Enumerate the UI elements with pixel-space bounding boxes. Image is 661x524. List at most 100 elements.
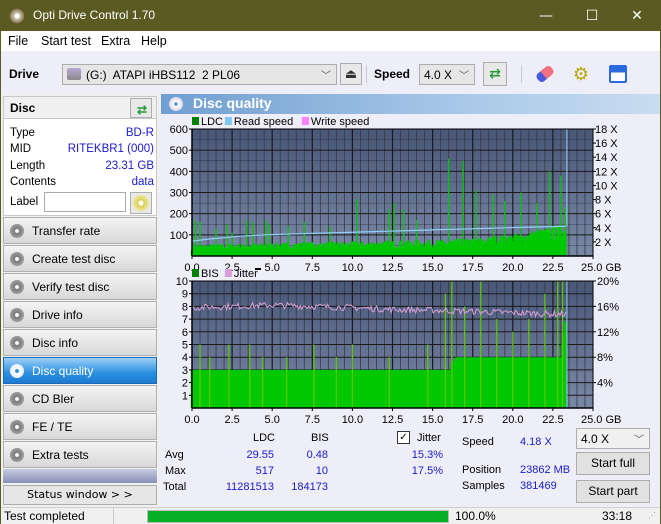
save-icon bbox=[609, 65, 627, 83]
maximize-button[interactable]: ☐ bbox=[569, 1, 615, 31]
erase-button[interactable] bbox=[533, 62, 557, 86]
menu-file[interactable]: File bbox=[8, 34, 28, 48]
label-disc-button[interactable] bbox=[130, 192, 152, 214]
y-tick-label: 500 bbox=[170, 145, 188, 157]
drive-select[interactable]: (G:) ATAPI iHBS112 2 PL06 ﹀ bbox=[62, 64, 337, 85]
legend-label-write_speed: Write speed bbox=[311, 116, 370, 128]
nav-transfer-rate[interactable]: Transfer rate bbox=[3, 217, 157, 244]
progress-fill bbox=[148, 511, 448, 522]
disc-refresh-button[interactable]: ⇄ bbox=[130, 98, 152, 118]
jitter-label: Jitter bbox=[417, 432, 441, 444]
close-button[interactable]: ✕ bbox=[614, 1, 660, 31]
y-tick-label: 3 bbox=[182, 365, 188, 377]
disc-panel-header: Disc ⇄ bbox=[4, 97, 156, 119]
label-input[interactable] bbox=[44, 192, 126, 212]
eject-button[interactable]: ⏏ bbox=[340, 63, 362, 85]
position-label: Position bbox=[462, 464, 502, 476]
refresh-button[interactable]: ⇄ bbox=[483, 62, 507, 86]
minimize-button[interactable]: — bbox=[523, 1, 569, 31]
nav-cd-bler[interactable]: CD Bler bbox=[3, 385, 157, 412]
col-header-bis: BIS bbox=[311, 432, 329, 444]
chevron-down-icon: ﹀ bbox=[459, 71, 469, 82]
resize-grip-icon[interactable]: ⋰ bbox=[648, 511, 656, 520]
y2-tick-label: 4% bbox=[597, 378, 613, 390]
jitter-checkbox[interactable]: ✓ bbox=[397, 431, 410, 444]
elapsed-time: 33:18 bbox=[602, 509, 633, 523]
nav-spacer bbox=[3, 469, 157, 483]
disc-icon bbox=[10, 420, 24, 434]
eject-icon: ⏏ bbox=[344, 66, 358, 82]
refresh-icon: ⇄ bbox=[137, 103, 148, 117]
y-tick-label: 6 bbox=[182, 327, 188, 339]
separator bbox=[521, 65, 522, 83]
legend-label-ldc: LDC bbox=[201, 116, 223, 128]
save-button[interactable] bbox=[606, 62, 630, 86]
row-label-total: Total bbox=[163, 481, 187, 493]
erase-icon bbox=[534, 64, 556, 84]
y2-tick-label: 14 X bbox=[595, 152, 618, 164]
nav-drive-info[interactable]: Drive info bbox=[3, 301, 157, 328]
status-bar: Test completed 100.0% 33:18 ⋰ bbox=[1, 507, 660, 524]
y-tick-label: 8 bbox=[182, 301, 188, 313]
start-part-button[interactable]: Start part bbox=[576, 480, 650, 503]
avg-bis: 0.48 bbox=[306, 449, 328, 461]
menu-help[interactable]: Help bbox=[141, 34, 167, 48]
progress-bar bbox=[147, 510, 449, 523]
x-tick-label: 25.0 GB bbox=[581, 414, 621, 426]
stats-panel: LDC BIS ✓ Jitter Avg 29.55 0.48 15.3% Ma… bbox=[159, 428, 660, 507]
nav-extra-tests[interactable]: Extra tests bbox=[3, 441, 157, 468]
y2-tick-label: 16 X bbox=[595, 138, 618, 150]
disc-icon bbox=[10, 392, 24, 406]
disc-panel: Disc ⇄ Type BD-R MID RITEKBR1 (000) Length… bbox=[3, 96, 157, 216]
y2-tick-label: 2 X bbox=[595, 237, 612, 249]
menu-extra[interactable]: Extra bbox=[101, 34, 130, 48]
y2-tick-label: 12% bbox=[597, 327, 619, 339]
x-tick-label: 15.0 bbox=[422, 414, 443, 426]
legend-marker bbox=[255, 268, 261, 270]
disc-icon bbox=[10, 364, 24, 378]
separator bbox=[366, 65, 367, 83]
nav-verify-test-disc[interactable]: Verify test disc bbox=[3, 273, 157, 300]
nav-disc-quality[interactable]: Disc quality bbox=[3, 357, 157, 384]
max-ldc: 517 bbox=[255, 465, 274, 477]
disc-icon bbox=[10, 448, 24, 462]
x-tick-label: 10.0 bbox=[342, 414, 363, 426]
drive-label: Drive bbox=[9, 67, 40, 81]
separator bbox=[113, 508, 114, 524]
row-label-max: Max bbox=[165, 465, 186, 477]
progress-text: 100.0% bbox=[455, 509, 496, 523]
y-tick-label: 5 bbox=[182, 340, 188, 352]
nav-disc-info[interactable]: Disc info bbox=[3, 329, 157, 356]
y2-tick-label: 12 X bbox=[595, 166, 618, 178]
disc-panel-title: Disc bbox=[10, 101, 36, 115]
legend-swatch-jitter bbox=[224, 269, 232, 277]
nav-create-test-disc[interactable]: Create test disc bbox=[3, 245, 157, 272]
drive-icon bbox=[67, 68, 81, 80]
settings-button[interactable]: ⚙ bbox=[569, 62, 593, 86]
disc-icon bbox=[10, 280, 24, 294]
status-window-button[interactable]: Status window > > bbox=[3, 485, 157, 505]
legend-label-bis: BIS bbox=[201, 268, 219, 280]
start-full-button[interactable]: Start full bbox=[576, 452, 650, 475]
menu-bar: File Start test Extra Help bbox=[1, 31, 660, 51]
nav-fe-te[interactable]: FE / TE bbox=[3, 413, 157, 440]
y-tick-label: 100 bbox=[170, 230, 188, 242]
y-tick-label: 400 bbox=[170, 166, 188, 178]
disc-icon bbox=[10, 224, 24, 238]
legend-label-jitter: Jitter bbox=[234, 268, 258, 280]
disc-quality-icon bbox=[169, 97, 183, 111]
legend-swatch-write_speed bbox=[301, 117, 309, 125]
max-bis: 10 bbox=[315, 465, 328, 477]
title-bar: Opti Drive Control 1.70 — ☐ ✕ bbox=[1, 1, 660, 31]
y2-tick-label: 10 X bbox=[595, 180, 618, 192]
x-tick-label: 7.5 bbox=[305, 414, 320, 426]
left-panel: Disc ⇄ Type BD-R MID RITEKBR1 (000) Length… bbox=[1, 94, 159, 507]
speed-select[interactable]: 4.0 X ﹀ bbox=[419, 64, 475, 85]
avg-jitter: 15.3% bbox=[411, 449, 443, 461]
y2-tick-label: 8 X bbox=[595, 195, 612, 207]
menu-start-test[interactable]: Start test bbox=[41, 34, 91, 48]
samples-label: Samples bbox=[462, 480, 505, 492]
status-text: Test completed bbox=[4, 509, 85, 523]
test-speed-select[interactable]: 4.0 X ﹀ bbox=[576, 428, 650, 449]
speed-select-value: 4.0 X bbox=[424, 68, 453, 82]
